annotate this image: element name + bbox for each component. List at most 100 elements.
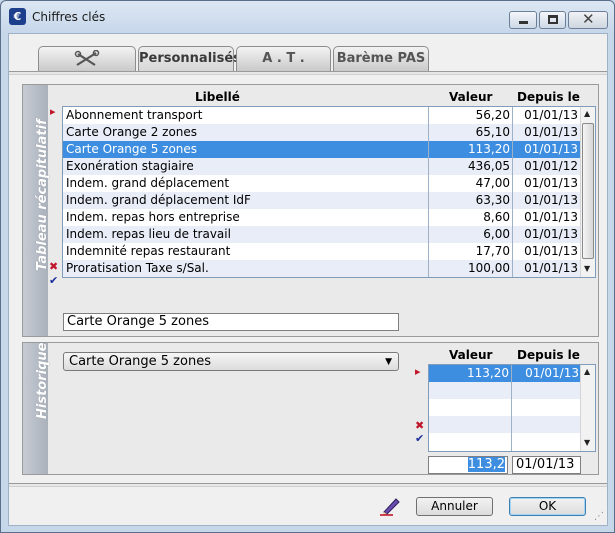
- history-table[interactable]: 113,20 01/01/13 ▲ ▼: [428, 364, 596, 452]
- history-select-value: Carte Orange 5 zones: [69, 354, 211, 369]
- column-divider: [511, 365, 512, 451]
- table-row[interactable]: Indem. grand déplacement IdF 63,30 01/01/1…: [63, 192, 580, 209]
- resize-grip-icon[interactable]: ⋰: [594, 511, 604, 522]
- history-header-valeur: Valeur: [449, 348, 493, 362]
- history-date-field[interactable]: 01/01/13: [512, 456, 581, 474]
- wrench-tools-icon: [74, 49, 100, 66]
- history-valeur-selected-text: 113,2: [467, 457, 505, 472]
- close-button[interactable]: ✕: [568, 10, 608, 29]
- cell-valeur: 113,20: [468, 142, 510, 156]
- cell-libelle: Abonnement transport: [66, 108, 203, 122]
- scroll-down-icon[interactable]: ▼: [584, 264, 590, 273]
- cell-libelle: Indem. grand déplacement: [66, 176, 230, 190]
- history-valeur-field[interactable]: 113,2: [428, 456, 508, 474]
- cell-depuis: 01/01/13: [524, 142, 578, 156]
- tab-tools[interactable]: [38, 46, 136, 72]
- cell-libelle: Indemnité repas restaurant: [66, 244, 231, 258]
- history-row[interactable]: 113,20 01/01/13: [429, 365, 580, 382]
- cell-depuis: 01/01/13: [524, 244, 578, 258]
- history-validate-check-icon[interactable]: ✔: [415, 433, 424, 445]
- cancel-button[interactable]: Annuler: [416, 497, 493, 516]
- scroll-thumb[interactable]: [582, 123, 594, 259]
- maximize-button[interactable]: [539, 11, 566, 29]
- cell-valeur: 436,05: [468, 159, 510, 173]
- scroll-down-icon[interactable]: ▼: [584, 438, 590, 447]
- dialog-window: € Chiffres clés ✕ Personnalisés A . T . …: [0, 0, 615, 533]
- scroll-up-icon[interactable]: ▲: [584, 109, 590, 118]
- table-row[interactable]: Indem. repas lieu de travail 6,00 01/01/13: [63, 226, 580, 243]
- history-cell-valeur: 113,20: [467, 366, 509, 380]
- header-valeur: Valeur: [449, 90, 493, 104]
- history-select[interactable]: Carte Orange 5 zones ▼: [63, 352, 399, 371]
- cell-libelle: Indem. repas hors entreprise: [66, 210, 240, 224]
- cell-depuis: 01/01/13: [524, 193, 578, 207]
- cell-valeur: 8,60: [483, 210, 510, 224]
- tab-personnalises[interactable]: Personnalisés: [138, 46, 241, 72]
- history-empty-row[interactable]: [429, 382, 580, 399]
- table-row[interactable]: Carte Orange 2 zones 65,10 01/01/13: [63, 124, 580, 141]
- tab-at[interactable]: A . T .: [236, 46, 331, 72]
- header-libelle: Libellé: [195, 90, 240, 104]
- scroll-up-icon[interactable]: ▲: [584, 367, 590, 376]
- header-depuis: Depuis le: [517, 90, 580, 104]
- summary-scrollbar[interactable]: ▲ ▼: [580, 107, 595, 277]
- ok-button[interactable]: OK: [509, 497, 586, 516]
- cell-depuis: 01/01/13: [524, 227, 578, 241]
- window-title: Chiffres clés: [32, 10, 106, 24]
- pencil-icon[interactable]: [379, 496, 401, 516]
- summary-panel: Tableau récapitulatif Libellé Valeur Dep…: [22, 84, 599, 337]
- cell-depuis: 01/01/13: [524, 210, 578, 224]
- maximize-icon: [548, 15, 558, 24]
- table-row[interactable]: Exonération stagiaire 436,05 01/01/12: [63, 158, 580, 175]
- cell-valeur: 17,70: [475, 244, 510, 258]
- validate-check-icon[interactable]: ✔: [49, 275, 58, 287]
- cell-valeur: 65,10: [475, 125, 510, 139]
- history-panel: Historique Carte Orange 5 zones ▼ Valeur…: [22, 342, 599, 475]
- cell-depuis: 01/01/13: [524, 108, 578, 122]
- cell-libelle: Exonération stagiaire: [66, 159, 194, 173]
- cell-libelle: Indem. repas lieu de travail: [66, 227, 231, 241]
- marker-current-icon: ▸: [50, 105, 56, 118]
- cell-valeur: 63,30: [475, 193, 510, 207]
- chevron-down-icon: ▼: [385, 357, 392, 367]
- cell-libelle: Carte Orange 5 zones: [66, 142, 198, 156]
- cell-valeur: 47,00: [475, 176, 510, 190]
- delete-x-icon[interactable]: ✖: [49, 261, 58, 273]
- libelle-edit-field[interactable]: Carte Orange 5 zones: [63, 313, 399, 331]
- history-header-depuis: Depuis le: [517, 348, 580, 362]
- history-side-label: Historique: [35, 342, 50, 419]
- cell-libelle: Indem. grand déplacement IdF: [66, 193, 251, 207]
- cell-depuis: 01/01/13: [524, 261, 578, 275]
- close-icon: ✕: [582, 10, 595, 28]
- footer-divider: [9, 483, 607, 487]
- cell-depuis: 01/01/13: [524, 176, 578, 190]
- history-delete-x-icon[interactable]: ✖: [415, 420, 424, 432]
- minimize-button[interactable]: [509, 11, 537, 29]
- history-sidebar: Historique: [23, 342, 50, 474]
- cell-depuis: 01/01/13: [524, 125, 578, 139]
- history-empty-row[interactable]: [429, 433, 580, 450]
- table-row[interactable]: Abonnement transport 56,20 01/01/13: [63, 107, 580, 124]
- history-scrollbar[interactable]: ▲ ▼: [580, 365, 595, 451]
- table-row[interactable]: Carte Orange 5 zones 113,20 01/01/13: [63, 141, 580, 158]
- cell-libelle: Proratisation Taxe s/Sal.: [66, 261, 209, 275]
- column-divider: [512, 107, 513, 277]
- table-row[interactable]: Proratisation Taxe s/Sal. 100,00 01/01/13: [63, 260, 580, 277]
- summary-side-label: Tableau récapitulatif: [35, 119, 50, 271]
- tab-underline: [9, 71, 607, 75]
- table-row[interactable]: Indem. repas hors entreprise 8,60 01/01/13: [63, 209, 580, 226]
- cell-depuis: 01/01/12: [524, 159, 578, 173]
- column-divider: [428, 107, 429, 277]
- cell-valeur: 56,20: [475, 108, 510, 122]
- history-empty-row[interactable]: [429, 399, 580, 416]
- summary-sidebar: Tableau récapitulatif: [23, 85, 50, 336]
- app-euro-icon: €: [9, 8, 26, 25]
- title-bar[interactable]: € Chiffres clés ✕: [1, 1, 614, 33]
- table-row[interactable]: Indem. grand déplacement 47,00 01/01/13: [63, 175, 580, 192]
- cell-valeur: 6,00: [483, 227, 510, 241]
- history-empty-row[interactable]: [429, 416, 580, 433]
- table-row[interactable]: Indemnité repas restaurant 17,70 01/01/13: [63, 243, 580, 260]
- cell-valeur: 100,00: [468, 261, 510, 275]
- tab-bareme-pas[interactable]: Barème PAS: [333, 46, 429, 72]
- summary-table[interactable]: Proratisation Taxe s/Sal. 100,00 01/01/13 I…: [62, 106, 596, 278]
